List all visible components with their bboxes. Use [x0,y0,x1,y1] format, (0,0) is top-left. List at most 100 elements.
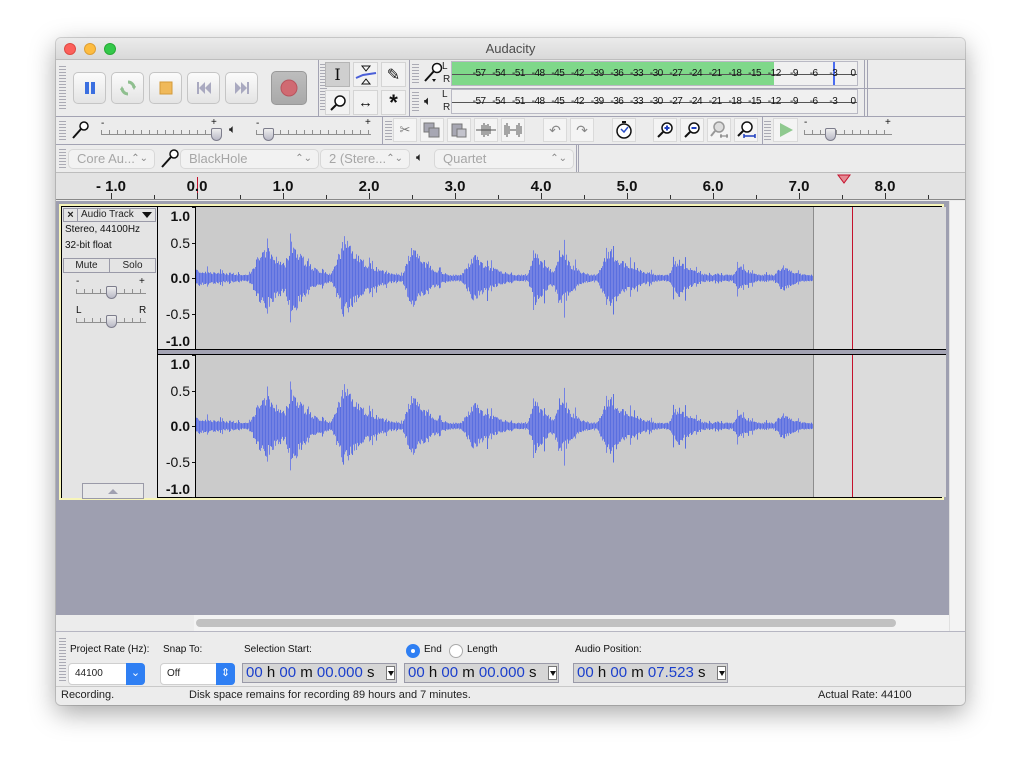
skip-start-button[interactable] [187,72,220,104]
time-format-dropdown-icon[interactable] [717,666,726,680]
fit-project-button[interactable] [734,118,758,142]
time-format-dropdown-icon[interactable] [548,666,557,680]
project-rate-select[interactable]: 44100 ⌄ [68,663,145,685]
paste-button[interactable] [447,118,471,142]
pause-button[interactable] [73,72,106,104]
skip-end-button[interactable] [225,72,258,104]
timeline-ruler[interactable]: - 1.0 0.0 1.0 2.0 3.0 4.0 5.0 6.0 7.0 8.0 [56,172,965,200]
selection-start-time[interactable]: 00 h 00 m 00.000 s [242,663,397,683]
fit-selection-button[interactable] [707,118,731,142]
meter-tick-label: -21 [708,68,722,79]
track-control-panel: × Audio Track Stereo, 44100Hz 32-bit flo… [62,207,157,499]
chevron-down-icon: ⌄ [126,663,145,685]
loop-button[interactable] [111,72,144,104]
track-name-menu[interactable]: Audio Track [81,209,134,221]
record-button[interactable] [271,71,307,105]
waveform-left-channel[interactable] [196,207,946,349]
audio-position-label: Audio Position: [575,644,642,655]
solo-button[interactable]: Solo [109,258,156,273]
toolbar-grip[interactable] [764,121,771,141]
ruler-tick-minor [756,195,757,199]
sync-lock-button[interactable] [612,118,636,142]
speed-thumb[interactable] [825,128,837,141]
envelope-tool[interactable] [353,62,378,87]
amplitude-tick [192,497,195,498]
meter-tick-label: -51 [511,96,525,107]
toolbar-grip[interactable] [59,66,66,110]
record-meter[interactable]: -57 -54 -51 -48 -45 -42 -39 -36 -33 -30 -27 -24 -21-… [451,61,858,86]
playback-volume-thumb[interactable] [262,128,274,141]
track-close-button[interactable]: × [64,209,78,221]
track-menu-dropdown-icon[interactable] [142,212,152,218]
channel-label-left: L [442,89,448,100]
cut-button[interactable]: ✂ [393,118,417,142]
horizontal-scrollbar-thumb[interactable] [196,619,896,627]
stop-button[interactable] [149,72,182,104]
record-meter-toolbar: L R -57 -54 -51 -48 -45 -42 -39 -36 -33 -30 -27 -24… [410,60,865,88]
ruler-tick [283,193,284,199]
selection-tool[interactable]: I [325,62,350,87]
zoom-tool[interactable] [325,90,350,115]
record-volume-thumb[interactable] [211,128,222,141]
transport-toolbar [56,60,318,116]
gain-thumb[interactable] [106,286,117,299]
toolbar-grip[interactable] [385,121,392,141]
playback-meter-speaker-icon[interactable]: 🔈︎ [424,93,432,109]
record-meter-mic-icon[interactable] [422,62,444,87]
end-radio[interactable] [406,644,420,658]
toolbar-grip[interactable] [412,64,419,84]
meter-tick-label: -57 [472,68,486,79]
toolbar-grip[interactable] [59,121,66,141]
time-format-dropdown-icon[interactable] [386,666,395,680]
playhead-marker-icon[interactable] [836,174,851,184]
play-at-speed-button[interactable] [773,118,798,142]
playback-device-select[interactable]: Quartet ⌃⌄ [434,149,574,169]
toolbar-grip[interactable] [412,92,419,112]
amplitude-tick [192,313,195,315]
snap-to-select[interactable]: Off ⇕ [160,663,235,685]
audio-host-select[interactable]: Core Au... ⌃⌄ [68,149,155,169]
zoom-in-button[interactable] [653,118,677,142]
snap-to-label: Snap To: [163,644,203,655]
asterisk-icon: * [389,89,398,115]
minutes: 00 [610,664,628,681]
copy-button[interactable] [420,118,444,142]
timeshift-tool[interactable]: ↔ [353,90,378,115]
toolbar-grip[interactable] [59,638,66,682]
gain-min: - [76,276,80,287]
recording-device-select[interactable]: BlackHole ⌃⌄ [180,149,319,169]
meter-tick-label: -12 [767,68,781,79]
audio-position-time[interactable]: 00 h 00 m 07.523 s [573,663,728,683]
speed-slider[interactable] [804,134,892,135]
selection-end-time[interactable]: 00 h 00 m 00.000 s [404,663,559,683]
recording-channels-select[interactable]: 2 (Stere... ⌃⌄ [320,149,410,169]
horizontal-scrollbar[interactable] [194,615,949,631]
maximize-window-button[interactable] [104,43,116,55]
zoom-out-button[interactable] [680,118,704,142]
meter-tick-label: -9 [790,96,798,107]
vertical-scrollbar[interactable] [949,201,965,631]
trim-button[interactable] [474,118,498,142]
draw-tool[interactable]: ✎ [381,62,406,87]
playback-meter[interactable]: -57 -54 -51 -48 -45 -42 -39 -36 -33 -30 -27 -24 -21-… [451,89,858,114]
pause-icon [84,82,95,94]
pan-thumb[interactable] [106,315,117,328]
toolbar-grip[interactable] [59,149,66,169]
waveform-right-channel[interactable] [196,355,946,497]
multi-tool[interactable]: * [381,90,406,115]
meter-tick-label: -54 [492,96,506,107]
silence-button[interactable] [501,118,525,142]
ruler-tick [455,193,456,199]
minimize-window-button[interactable] [84,43,96,55]
amplitude-tick [192,207,195,208]
close-window-button[interactable] [64,43,76,55]
length-radio[interactable] [449,644,463,658]
collapse-track-button[interactable] [82,483,144,499]
hours: 00 [408,664,425,681]
redo-button[interactable]: ↷ [570,118,594,142]
project-rate-value: 44100 [75,668,103,679]
record-volume-slider[interactable] [101,134,216,135]
mute-button[interactable]: Mute [63,258,110,273]
undo-button[interactable]: ↶ [543,118,567,142]
title-bar: Audacity [56,38,965,60]
